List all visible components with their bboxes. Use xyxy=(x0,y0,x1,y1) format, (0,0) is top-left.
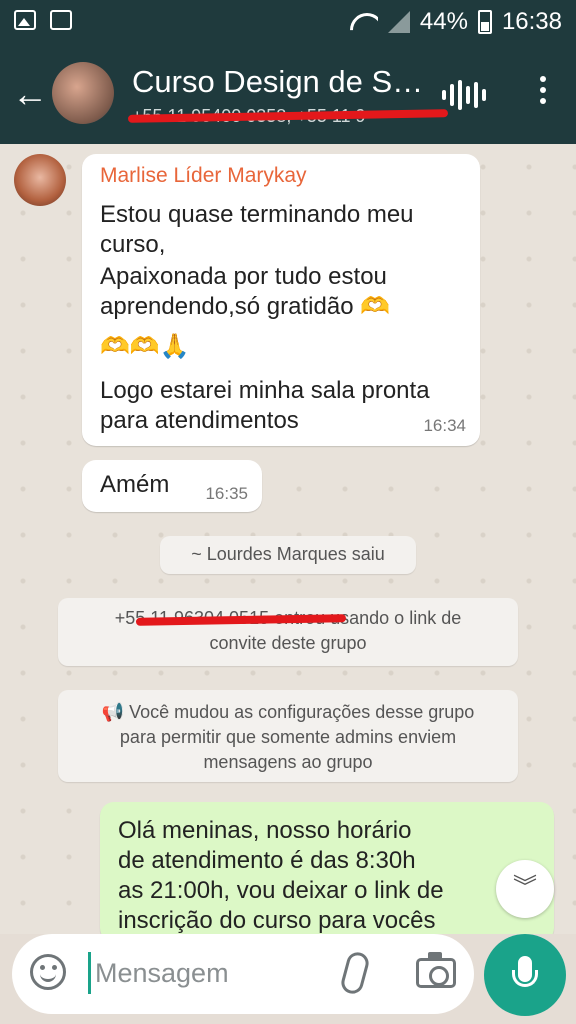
emoji-icon[interactable] xyxy=(30,954,66,990)
battery-percent: 44% xyxy=(419,8,468,35)
message-time: 16:34 xyxy=(423,416,466,435)
sender-name[interactable]: Marlise Líder Marykay xyxy=(100,164,307,188)
message-line: Olá meninas, nosso horário xyxy=(118,817,412,844)
incoming-message[interactable]: Amém 16:35 xyxy=(82,460,262,512)
incoming-message[interactable]: Marlise Líder Marykay Estou quase termin… xyxy=(82,154,480,446)
message-line: Apaixonada por tudo estou xyxy=(100,263,387,290)
message-time: 16:35 xyxy=(205,484,248,503)
camera-icon[interactable] xyxy=(416,952,456,988)
back-arrow-icon[interactable]: ← xyxy=(12,76,48,112)
message-line: Estou quase terminando meu xyxy=(100,201,414,228)
more-options-icon[interactable] xyxy=(540,76,546,104)
message-composer xyxy=(12,934,474,1014)
gallery-notification-icon xyxy=(14,10,36,30)
outgoing-message[interactable]: Olá meninas, nosso horário de atendiment… xyxy=(100,802,554,934)
voicemail-notification-icon xyxy=(50,10,72,30)
system-message-line: 📢 Você mudou as configurações desse grup… xyxy=(101,702,475,722)
system-message-text: ~ Lourdes Marques saiu xyxy=(191,544,385,564)
chat-area[interactable]: Marlise Líder Marykay Estou quase termin… xyxy=(0,144,576,934)
attach-icon[interactable] xyxy=(338,949,372,997)
battery-icon xyxy=(477,10,492,34)
clock: 16:38 xyxy=(501,8,562,35)
message-line: para atendimentos xyxy=(100,407,299,434)
message-line: inscrição do curso para vocês xyxy=(118,907,436,934)
mic-icon[interactable] xyxy=(484,934,566,1016)
voice-call-icon[interactable] xyxy=(442,80,486,110)
chat-header: ← Curso Design de S… +55 11 95400 0358, … xyxy=(0,44,576,144)
status-bar: 44% 16:38 xyxy=(0,0,576,44)
message-line: aprendendo,só gratidão 🫶 xyxy=(100,293,391,320)
message-input[interactable] xyxy=(88,952,328,994)
message-line: Logo estarei minha sala pronta xyxy=(100,377,430,404)
system-message: 📢 Você mudou as configurações desse grup… xyxy=(58,690,518,782)
system-message: ~ Lourdes Marques saiu xyxy=(160,536,416,574)
signal-icon xyxy=(387,11,410,33)
sender-avatar[interactable] xyxy=(14,154,66,206)
group-title[interactable]: Curso Design de S… xyxy=(132,64,422,100)
system-message-line: mensagens ao grupo xyxy=(203,752,373,772)
wifi-icon xyxy=(350,11,378,33)
scroll-down-icon[interactable]: ︾ xyxy=(496,860,554,918)
system-message: +55 11 96304 0515 entrou usando o link d… xyxy=(58,598,518,666)
message-text: Amém xyxy=(100,471,170,498)
message-line: as 21:00h, vou deixar o link de xyxy=(118,877,444,904)
message-line: de atendimento é das 8:30h xyxy=(118,847,416,874)
group-avatar[interactable] xyxy=(52,62,114,124)
system-message-line: convite deste grupo xyxy=(209,633,367,653)
message-emojis: 🫶🫶🙏 xyxy=(100,333,190,360)
system-message-line: para permitir que somente admins enviem xyxy=(119,727,457,747)
message-line: curso, xyxy=(100,231,166,258)
